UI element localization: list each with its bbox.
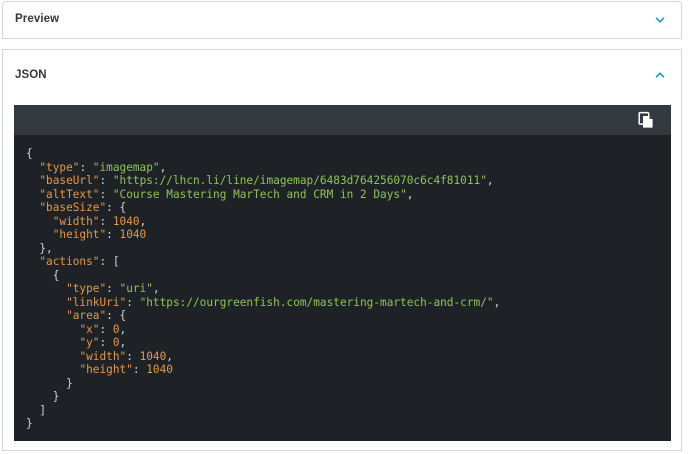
preview-title: Preview — [15, 13, 60, 25]
json-code: { "type": "imagemap", "baseUrl": "https:… — [26, 147, 501, 430]
json-panel-header[interactable]: JSON — [3, 50, 681, 100]
json-area-height-value: 1040 — [146, 363, 173, 376]
json-basesize-width-value: 1040 — [112, 214, 140, 228]
json-area-x-value: 0 — [112, 322, 120, 336]
json-type-value: "imagemap" — [92, 160, 160, 174]
preview-panel: Preview — [2, 1, 682, 39]
copy-icon[interactable] — [637, 111, 655, 129]
json-code-block: { "type": "imagemap", "baseUrl": "https:… — [14, 105, 671, 441]
json-basesize-height-value: 1040 — [119, 228, 147, 241]
json-area-width-value: 1040 — [139, 349, 167, 363]
code-toolbar — [14, 105, 671, 135]
json-alttext-value: "Course Mastering MarTech and CRM in 2 D… — [112, 187, 407, 201]
json-baseurl-value: "https://lhcn.li/line/imagemap/6483d7642… — [112, 174, 487, 187]
json-panel: JSON { "type": "imagemap", "baseUrl": "h… — [2, 49, 682, 451]
chevron-down-icon[interactable] — [655, 15, 665, 25]
chevron-up-icon[interactable] — [655, 70, 665, 80]
json-action-type-value: "uri" — [119, 282, 153, 295]
json-title: JSON — [15, 69, 47, 81]
json-area-y-value: 0 — [112, 336, 120, 349]
json-linkuri-value: "https://ourgreenfish.com/mastering-mart… — [139, 295, 494, 309]
preview-panel-header[interactable]: Preview — [3, 2, 681, 40]
